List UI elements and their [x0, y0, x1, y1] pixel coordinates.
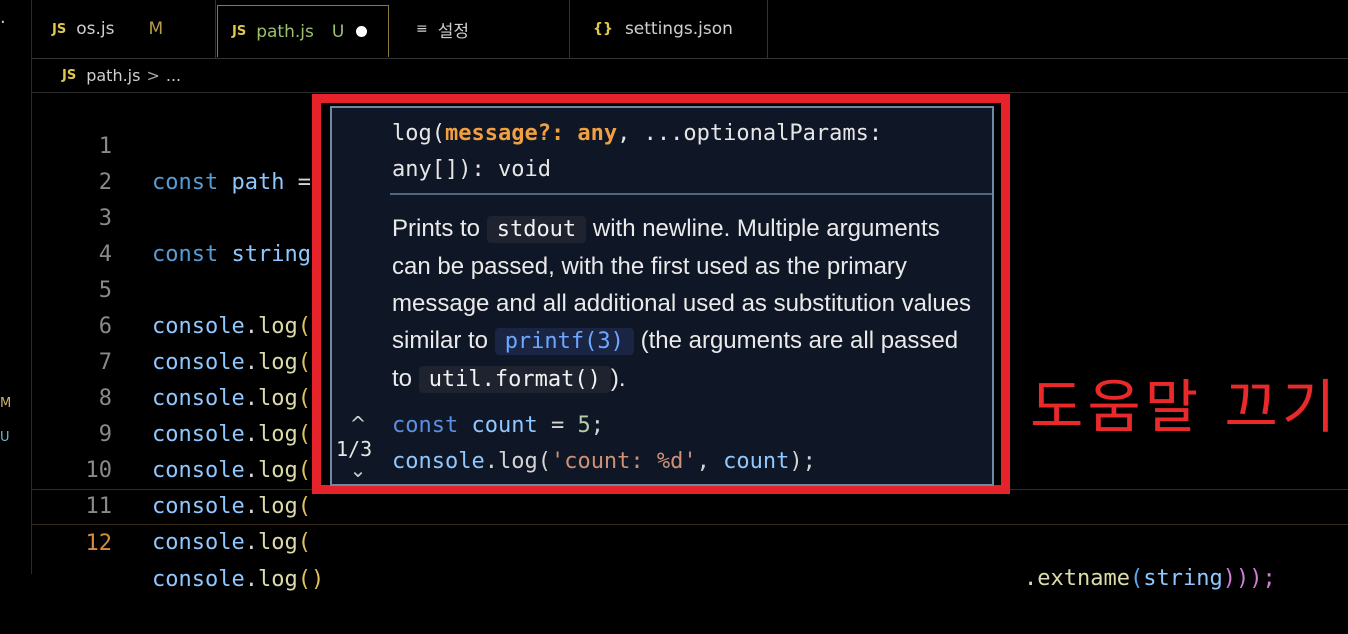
- breadcrumb-symbols[interactable]: ...: [166, 66, 181, 85]
- activity-bar: · M U: [0, 0, 32, 574]
- tab-settings-ui[interactable]: ≡ 설정: [390, 0, 570, 58]
- identifier-token: console: [152, 530, 245, 555]
- tab-label: path.js: [256, 21, 314, 42]
- overload-counter: 1/3: [336, 437, 373, 461]
- unsaved-dot-icon[interactable]: [356, 26, 368, 37]
- chevron-up-icon[interactable]: ^: [348, 414, 368, 434]
- bracket-token: (): [297, 567, 325, 592]
- signature-name: log(: [392, 121, 445, 146]
- punct-token: ;: [590, 413, 604, 438]
- function-token: .log(: [484, 449, 551, 474]
- tab-path-js[interactable]: JS path.js U: [217, 5, 389, 57]
- tab-label: settings.json: [624, 19, 733, 39]
- line-number: 12: [85, 531, 113, 556]
- inline-code: stdout: [486, 216, 587, 243]
- function-signature: log(message?: any, ...optionalParams: any…: [392, 116, 988, 188]
- identifier-token: count: [723, 449, 790, 474]
- function-token: log: [257, 567, 298, 592]
- signature-return: any[]): void: [392, 157, 551, 182]
- tab-os-js[interactable]: JS os.js M: [32, 0, 216, 58]
- identifier-token: console: [152, 567, 245, 592]
- doc-text: ).: [610, 365, 626, 392]
- overload-navigator: ^ 1/3 ⌄: [332, 108, 390, 484]
- bracket-token: (: [297, 530, 311, 555]
- tab-settings-json[interactable]: {} settings.json: [571, 0, 768, 58]
- punct-token: ,: [696, 449, 724, 474]
- json-file-icon: {}: [593, 21, 613, 37]
- operator-token: =: [550, 413, 565, 438]
- divider: [390, 193, 992, 195]
- code-line-current[interactable]: 12 console.log(): [32, 489, 1348, 592]
- string-token: 'count: %d': [550, 449, 697, 474]
- overflow-dot[interactable]: ·: [0, 14, 6, 32]
- annotation-label: 도움말 끄기: [1030, 373, 1340, 441]
- bracket-token: )));: [1222, 566, 1276, 591]
- code-example: const count = 5; console.log('count: %d'…: [392, 408, 982, 480]
- chevron-right-icon: >: [146, 65, 160, 85]
- git-status-flag: M: [148, 19, 164, 39]
- keyword-token: const: [392, 413, 459, 438]
- function-token: log: [257, 530, 298, 555]
- parameter-hint-popup[interactable]: ^ 1/3 ⌄ log(message?: any, ...optionalPa…: [330, 106, 994, 486]
- breadcrumb: JS path.js > ...: [62, 62, 181, 88]
- tab-label: os.js: [76, 19, 115, 39]
- documentation-text: Prints to stdout with newline. Multiple …: [392, 210, 982, 398]
- git-status-flag: U: [331, 21, 345, 42]
- identifier-token: count: [471, 413, 538, 438]
- punct-token: );: [789, 449, 816, 474]
- doc-link[interactable]: printf(3): [494, 328, 634, 355]
- signature-rest: , ...optionalParams:: [617, 121, 883, 146]
- active-parameter: message?: any: [444, 121, 618, 146]
- editor-tab-bar: JS os.js M JS path.js U ≡ 설정 {} settings…: [32, 0, 1348, 59]
- inline-code: util.format(): [418, 366, 611, 393]
- untracked-indicator: U: [0, 430, 10, 445]
- breadcrumb-file[interactable]: path.js: [86, 66, 140, 85]
- doc-text: Prints to: [392, 215, 481, 242]
- javascript-file-icon: JS: [52, 21, 67, 37]
- function-token: .extname: [1024, 566, 1130, 591]
- javascript-file-icon: JS: [62, 67, 77, 83]
- number-token: 5: [577, 413, 591, 438]
- modified-indicator: M: [0, 396, 12, 411]
- chevron-down-icon[interactable]: ⌄: [348, 460, 368, 480]
- identifier-token: string: [1143, 566, 1223, 591]
- javascript-file-icon: JS: [232, 24, 247, 39]
- settings-list-icon: ≡: [416, 21, 428, 37]
- identifier-token: console: [392, 449, 485, 474]
- tab-label: 설정: [437, 21, 470, 42]
